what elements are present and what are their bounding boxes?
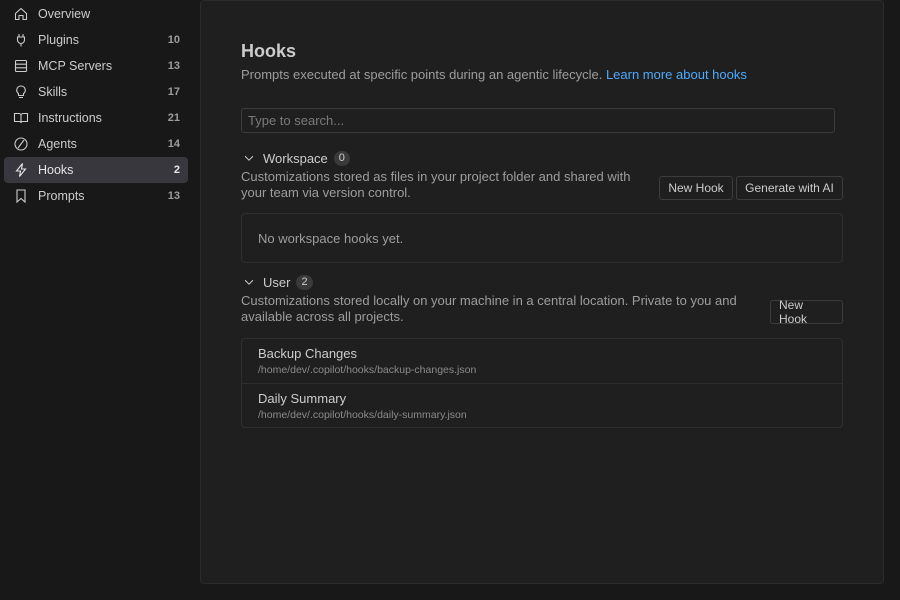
sidebar: Overview Plugins 10 MCP Servers 13 Skill… (0, 0, 200, 600)
sidebar-item-label: Plugins (38, 33, 79, 47)
page-subtitle: Prompts executed at specific points duri… (241, 67, 747, 82)
sidebar-item-count: 14 (167, 138, 180, 150)
user-section-header[interactable]: User 2 (241, 273, 313, 291)
agent-icon (13, 136, 29, 152)
empty-state-text: No workspace hooks yet. (258, 230, 404, 246)
sidebar-item-count: 17 (167, 86, 180, 98)
hook-name: Backup Changes (258, 346, 358, 361)
section-title: User (263, 274, 291, 290)
section-description: Customizations stored as files in your p… (241, 169, 631, 200)
sidebar-item-label: Hooks (38, 163, 74, 177)
sidebar-item-instructions[interactable]: Instructions 21 (4, 105, 188, 131)
chevron-down-icon (241, 150, 257, 166)
new-hook-button[interactable]: New Hook (659, 176, 733, 200)
section-title: Workspace (263, 150, 328, 166)
generate-with-ai-button[interactable]: Generate with AI (736, 176, 843, 200)
sidebar-item-label: Instructions (38, 111, 102, 125)
sidebar-item-label: Prompts (38, 189, 85, 203)
sidebar-item-prompts[interactable]: Prompts 13 (4, 183, 188, 209)
sidebar-item-overview[interactable]: Overview (4, 1, 188, 27)
sidebar-item-hooks[interactable]: Hooks 2 (4, 157, 188, 183)
new-hook-button[interactable]: New Hook (770, 298, 843, 326)
lightbulb-icon (13, 84, 29, 100)
bookmark-icon (13, 188, 29, 204)
learn-more-link[interactable]: Learn more about hooks (606, 67, 747, 82)
book-icon (13, 110, 29, 126)
hook-path: /home/dev/.copilot/hooks/backup-changes.… (258, 364, 477, 376)
hook-path: /home/dev/.copilot/hooks/daily-summary.j… (258, 409, 467, 421)
section-description: Customizations stored locally on your ma… (241, 293, 737, 324)
count-badge: 0 (333, 150, 350, 166)
list-item[interactable]: Backup Changes /home/dev/.copilot/hooks/… (242, 339, 842, 383)
sidebar-item-count: 21 (167, 112, 180, 124)
hook-name: Daily Summary (258, 391, 347, 406)
empty-state: No workspace hooks yet. (241, 213, 843, 263)
sidebar-item-agents[interactable]: Agents 14 (4, 131, 188, 157)
sidebar-item-skills[interactable]: Skills 17 (4, 79, 188, 105)
page-title: Hooks (241, 41, 297, 61)
home-icon (13, 6, 29, 22)
sidebar-item-label: Agents (38, 137, 77, 151)
sidebar-item-label: MCP Servers (38, 59, 113, 73)
chevron-down-icon (241, 274, 257, 290)
sidebar-item-mcp-servers[interactable]: MCP Servers 13 (4, 53, 188, 79)
count-badge: 2 (296, 274, 313, 290)
sidebar-item-plugins[interactable]: Plugins 10 (4, 27, 188, 53)
sidebar-item-count: 13 (167, 60, 180, 72)
list-item[interactable]: Daily Summary /home/dev/.copilot/hooks/d… (242, 383, 842, 427)
server-icon (13, 58, 29, 74)
sidebar-item-count: 13 (167, 190, 180, 202)
sidebar-item-label: Skills (38, 85, 68, 99)
main-panel: Hooks Prompts executed at specific point… (200, 0, 884, 584)
search-input[interactable] (241, 108, 835, 133)
hook-list: Backup Changes /home/dev/.copilot/hooks/… (241, 338, 843, 428)
lightning-icon (13, 162, 29, 178)
sidebar-item-count: 10 (167, 34, 180, 46)
sidebar-item-count: 2 (173, 164, 180, 176)
workspace-section-header[interactable]: Workspace 0 (241, 149, 350, 167)
sidebar-item-label: Overview (38, 7, 91, 21)
plug-icon (13, 32, 29, 48)
subtitle-text: Prompts executed at specific points duri… (241, 67, 603, 82)
